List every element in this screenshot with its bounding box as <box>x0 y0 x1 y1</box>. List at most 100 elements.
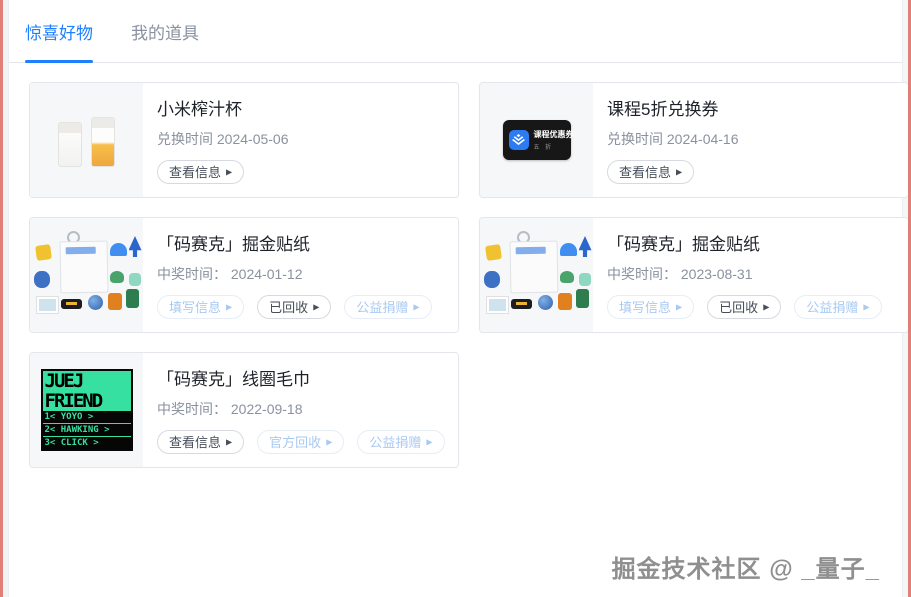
towel-image: JUEJ FRIEND 1< YOYO > 2< HAWKING > 3< CL… <box>41 369 133 451</box>
sticker-blue-tree <box>129 236 142 257</box>
play-arrow-icon: ▶ <box>426 439 432 447</box>
fill-info-button[interactable]: 填写信息 ▶ <box>157 295 244 319</box>
button-label: 查看信息 <box>169 166 221 179</box>
prize-title: 「码赛克」掘金贴纸 <box>157 235 432 255</box>
button-label: 公益捐赠 <box>356 301 408 314</box>
prize-card-body: 小米榨汁杯 兑换时间 2024-05-06 查看信息 ▶ <box>143 83 289 197</box>
sticker-blue-cap <box>110 243 127 256</box>
sticker-green-bottle <box>126 289 139 308</box>
sticker-envelope <box>509 241 558 294</box>
prize-card-stickers-2023: 「码赛克」掘金贴纸 中奖时间： 2023-08-31 填写信息 ▶ 已回收 ▶ … <box>479 217 909 333</box>
stickers-image <box>34 231 140 319</box>
prize-card-body: 「码赛克」线圈毛巾 中奖时间： 2022-09-18 查看信息 ▶ 官方回收 ▶… <box>143 353 445 467</box>
juicer-cup-juice <box>91 117 115 167</box>
towel-big-line-2: FRIEND <box>43 391 131 411</box>
view-info-button[interactable]: 查看信息 ▶ <box>607 160 694 184</box>
prize-title: 「码赛克」掘金贴纸 <box>607 235 882 255</box>
juicer-cup-empty <box>58 122 82 167</box>
button-label: 填写信息 <box>619 301 671 314</box>
prize-image-area: JUEJ FRIEND 1< YOYO > 2< HAWKING > 3< CL… <box>30 353 143 467</box>
sticker-yellow-bug <box>485 244 502 261</box>
view-info-button[interactable]: 查看信息 ▶ <box>157 430 244 454</box>
prize-title: 课程5折兑换券 <box>607 100 739 120</box>
button-label: 已回收 <box>719 301 758 314</box>
prize-card-towel: JUEJ FRIEND 1< YOYO > 2< HAWKING > 3< CL… <box>29 352 459 468</box>
play-arrow-icon: ▶ <box>676 304 682 312</box>
prize-actions: 填写信息 ▶ 已回收 ▶ 公益捐赠 ▶ <box>157 295 432 319</box>
sticker-green-turtle <box>560 271 574 283</box>
sticker-green-bottle <box>576 289 589 308</box>
prize-card-juicer: 小米榨汁杯 兑换时间 2024-05-06 查看信息 ▶ <box>29 82 459 198</box>
prize-title: 小米榨汁杯 <box>157 100 289 120</box>
prize-time: 中奖时间： 2024-01-12 <box>157 264 432 284</box>
play-arrow-icon: ▶ <box>313 304 319 312</box>
sticker-photo <box>37 297 58 313</box>
view-info-button[interactable]: 查看信息 ▶ <box>157 160 244 184</box>
charity-donate-button[interactable]: 公益捐赠 ▶ <box>357 430 444 454</box>
charity-donate-button[interactable]: 公益捐赠 ▶ <box>794 295 881 319</box>
prize-image-area <box>30 218 143 332</box>
sticker-blue-cap <box>560 243 577 256</box>
towel-menu-row-1: 1< YOYO > <box>43 410 131 423</box>
tab-bar: 惊喜好物 我的道具 <box>9 0 902 63</box>
prize-card-coupon: 课程优惠券 五 折 课程5折兑换券 兑换时间 2024-04-16 查看信息 ▶ <box>479 82 909 198</box>
play-arrow-icon: ▶ <box>326 439 332 447</box>
stickers-image <box>484 231 590 319</box>
prize-image-area <box>30 83 143 197</box>
recycled-button[interactable]: 已回收 ▶ <box>707 295 781 319</box>
prize-actions: 填写信息 ▶ 已回收 ▶ 公益捐赠 ▶ <box>607 295 882 319</box>
play-arrow-icon: ▶ <box>676 169 682 177</box>
towel-menu-row-2: 2< HAWKING > <box>43 423 131 436</box>
sticker-orange-pack <box>108 293 122 310</box>
tab-my-props[interactable]: 我的道具 <box>131 0 199 62</box>
coupon-label: 课程优惠券 <box>534 129 565 140</box>
tab-surprise-goods[interactable]: 惊喜好物 <box>25 0 93 62</box>
prize-time: 中奖时间： 2023-08-31 <box>607 264 882 284</box>
sticker-photo <box>487 297 508 313</box>
button-label: 查看信息 <box>169 436 221 449</box>
prize-title: 「码赛克」线圈毛巾 <box>157 370 445 390</box>
charity-donate-button[interactable]: 公益捐赠 ▶ <box>344 295 431 319</box>
sticker-blue-penguin <box>34 271 50 288</box>
prize-image-area <box>480 218 593 332</box>
recycled-button[interactable]: 已回收 ▶ <box>257 295 331 319</box>
prize-card-grid: 小米榨汁杯 兑换时间 2024-05-06 查看信息 ▶ <box>29 82 909 468</box>
sticker-blue-tree <box>579 236 592 257</box>
juicer-image <box>51 108 123 172</box>
prize-time: 兑换时间 2024-05-06 <box>157 129 289 149</box>
coupon-sublabel: 五 折 <box>534 142 565 151</box>
button-label: 公益捐赠 <box>806 301 858 314</box>
sticker-teal-cat <box>129 273 141 286</box>
button-label: 已回收 <box>269 301 308 314</box>
prize-actions: 查看信息 ▶ <box>607 160 739 184</box>
official-recycle-button[interactable]: 官方回收 ▶ <box>257 430 344 454</box>
prize-card-body: 「码赛克」掘金贴纸 中奖时间： 2023-08-31 填写信息 ▶ 已回收 ▶ … <box>593 218 882 332</box>
prize-time: 中奖时间： 2022-09-18 <box>157 399 445 419</box>
coupon-texts: 课程优惠券 五 折 <box>534 129 565 151</box>
button-label: 查看信息 <box>619 166 671 179</box>
prize-actions: 查看信息 ▶ 官方回收 ▶ 公益捐赠 ▶ <box>157 430 445 454</box>
sticker-green-turtle <box>110 271 124 283</box>
button-label: 填写信息 <box>169 301 221 314</box>
sticker-globe <box>88 295 103 310</box>
play-arrow-icon: ▶ <box>226 304 232 312</box>
play-arrow-icon: ▶ <box>413 304 419 312</box>
play-arrow-icon: ▶ <box>863 304 869 312</box>
button-label: 公益捐赠 <box>369 436 421 449</box>
button-label: 官方回收 <box>269 436 321 449</box>
prize-actions: 查看信息 ▶ <box>157 160 289 184</box>
prize-image-area: 课程优惠券 五 折 <box>480 83 593 197</box>
play-arrow-icon: ▶ <box>226 439 232 447</box>
prize-card-body: 「码赛克」掘金贴纸 中奖时间： 2024-01-12 填写信息 ▶ 已回收 ▶ … <box>143 218 432 332</box>
towel-menu-row-3: 3< CLICK > <box>43 436 131 449</box>
sticker-envelope <box>59 241 108 294</box>
sticker-dark-badge <box>61 299 82 309</box>
prize-card-body: 课程5折兑换券 兑换时间 2024-04-16 查看信息 ▶ <box>593 83 739 197</box>
prize-card-stickers-2024: 「码赛克」掘金贴纸 中奖时间： 2024-01-12 填写信息 ▶ 已回收 ▶ … <box>29 217 459 333</box>
screenshot-red-border-left <box>0 0 3 597</box>
sticker-teal-cat <box>579 273 591 286</box>
sticker-orange-pack <box>558 293 572 310</box>
fill-info-button[interactable]: 填写信息 ▶ <box>607 295 694 319</box>
prize-time: 兑换时间 2024-04-16 <box>607 129 739 149</box>
juejin-logo-icon <box>509 130 529 150</box>
